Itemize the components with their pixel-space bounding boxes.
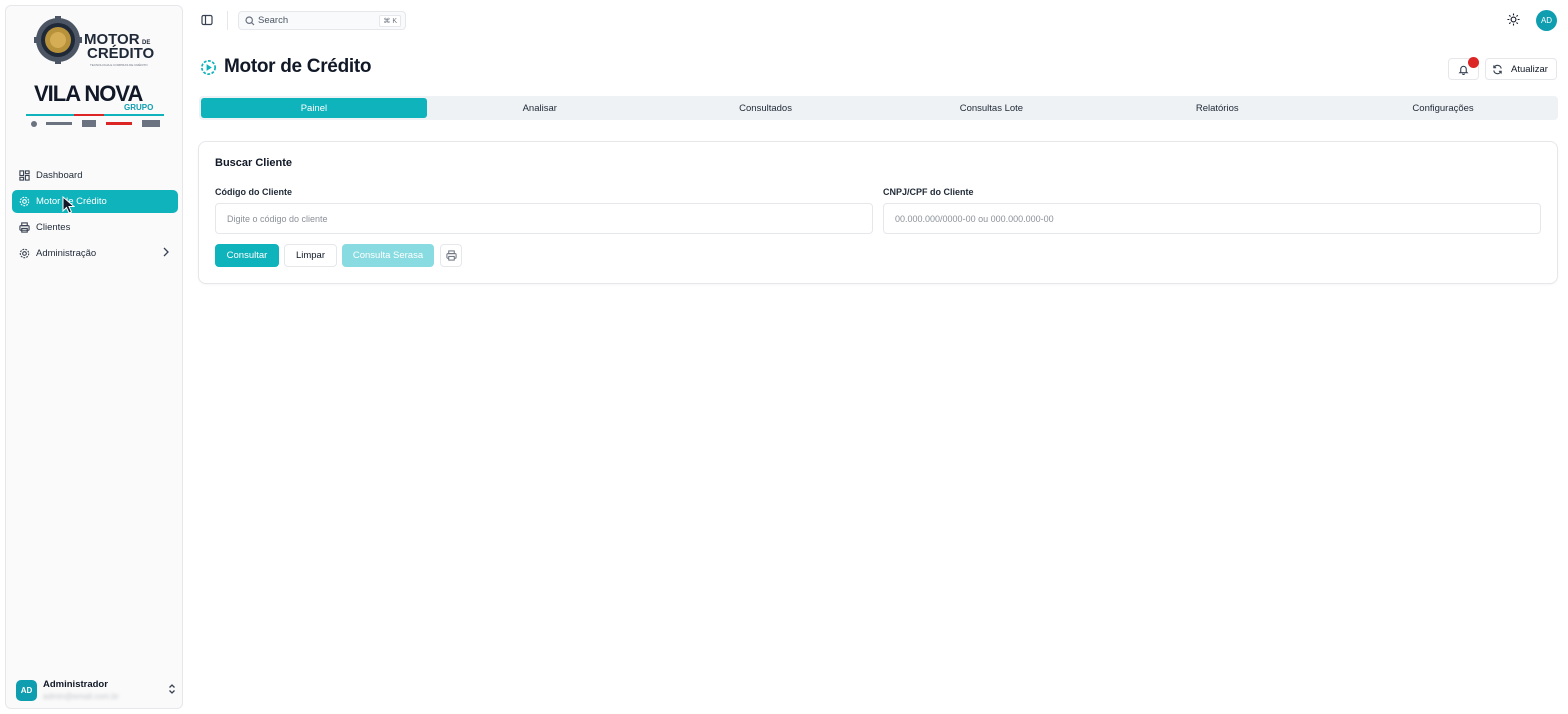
sidebar-item-label: Clientes xyxy=(36,222,71,233)
avatar: AD xyxy=(16,679,37,701)
avatar[interactable]: AD xyxy=(1536,10,1557,31)
user-menu[interactable]: AD Administrador admin@email.com.br xyxy=(16,674,176,706)
print-button[interactable] xyxy=(440,244,462,267)
page-title: Motor de Crédito xyxy=(224,56,372,77)
card-title: Buscar Cliente xyxy=(215,157,293,169)
bell-icon xyxy=(1458,65,1469,75)
chevron-right-icon xyxy=(162,247,170,260)
refresh-icon xyxy=(1493,64,1502,74)
sun-icon xyxy=(1507,13,1520,26)
consulta-serasa-button[interactable]: Consulta Serasa xyxy=(342,244,434,267)
consultar-button[interactable]: Consultar xyxy=(215,244,279,267)
svg-text:GRUPO: GRUPO xyxy=(124,103,153,112)
limpar-button[interactable]: Limpar xyxy=(284,244,337,267)
search-shortcut: ⌘ K xyxy=(379,15,401,27)
search-placeholder: Search xyxy=(258,15,289,26)
sidebar-nav: Dashboard Motor de Crédito Clientes Admi… xyxy=(12,164,178,268)
printer-icon xyxy=(18,222,30,234)
refresh-button[interactable]: Atualizar xyxy=(1485,58,1557,80)
svg-text:CRÉDITO: CRÉDITO xyxy=(87,45,155,62)
sidebar-item-label: Dashboard xyxy=(36,170,83,181)
sidebar-item-label: Administração xyxy=(36,248,97,259)
tab-bar: Painel Analisar Consultados Consultas Lo… xyxy=(199,96,1558,120)
gear-icon xyxy=(18,248,30,260)
notification-badge xyxy=(1468,57,1479,68)
user-info: Administrador admin@email.com.br xyxy=(43,679,119,701)
tab-configuracoes[interactable]: Configurações xyxy=(1330,98,1556,118)
sidebar-item-motor-de-credito[interactable]: Motor de Crédito xyxy=(12,190,178,213)
tab-consultas-lote[interactable]: Consultas Lote xyxy=(878,98,1104,118)
svg-text:TECNOLOGIA E COMPRAS DE CRÉDIT: TECNOLOGIA E COMPRAS DE CRÉDITO xyxy=(90,62,148,67)
tab-relatorios[interactable]: Relatórios xyxy=(1104,98,1330,118)
client-code-label: Código do Cliente xyxy=(215,187,292,197)
search-icon xyxy=(245,15,255,25)
tab-painel[interactable]: Painel xyxy=(201,98,427,118)
client-document-input[interactable] xyxy=(883,203,1541,234)
user-email: admin@email.com.br xyxy=(43,692,119,701)
user-name: Administrador xyxy=(43,679,108,690)
theme-toggle-button[interactable] xyxy=(1507,13,1520,29)
sidebar-toggle-button[interactable] xyxy=(199,12,215,28)
tab-consultados[interactable]: Consultados xyxy=(653,98,879,118)
printer-icon xyxy=(445,250,457,261)
refresh-label: Atualizar xyxy=(1511,63,1548,75)
tab-analisar[interactable]: Analisar xyxy=(427,98,653,118)
sidebar-item-clientes[interactable]: Clientes xyxy=(12,216,178,239)
chevron-up-down-icon xyxy=(168,683,176,698)
sidebar-item-administracao[interactable]: Administração xyxy=(12,242,178,265)
buscar-cliente-card: Buscar Cliente Código do Cliente CNPJ/CP… xyxy=(198,141,1558,284)
divider xyxy=(227,11,228,30)
client-code-input[interactable] xyxy=(215,203,873,234)
gear-icon xyxy=(18,196,30,208)
dashboard-icon xyxy=(18,170,30,182)
client-document-label: CNPJ/CPF do Cliente xyxy=(883,187,974,197)
sidebar: MOTOR DE CRÉDITO TECNOLOGIA E COMPRAS DE… xyxy=(5,5,183,709)
sidebar-panel-icon xyxy=(201,14,213,26)
gear-icon xyxy=(200,59,217,75)
sidebar-item-dashboard[interactable]: Dashboard xyxy=(12,164,178,187)
page-header: Motor de Crédito xyxy=(199,56,372,78)
notifications-button[interactable] xyxy=(1448,57,1479,80)
mouse-cursor-icon xyxy=(62,196,75,214)
search-input[interactable]: Search ⌘ K xyxy=(238,11,406,30)
motor-de-credito-logo: MOTOR DE CRÉDITO TECNOLOGIA E COMPRAS DE… xyxy=(26,16,164,127)
